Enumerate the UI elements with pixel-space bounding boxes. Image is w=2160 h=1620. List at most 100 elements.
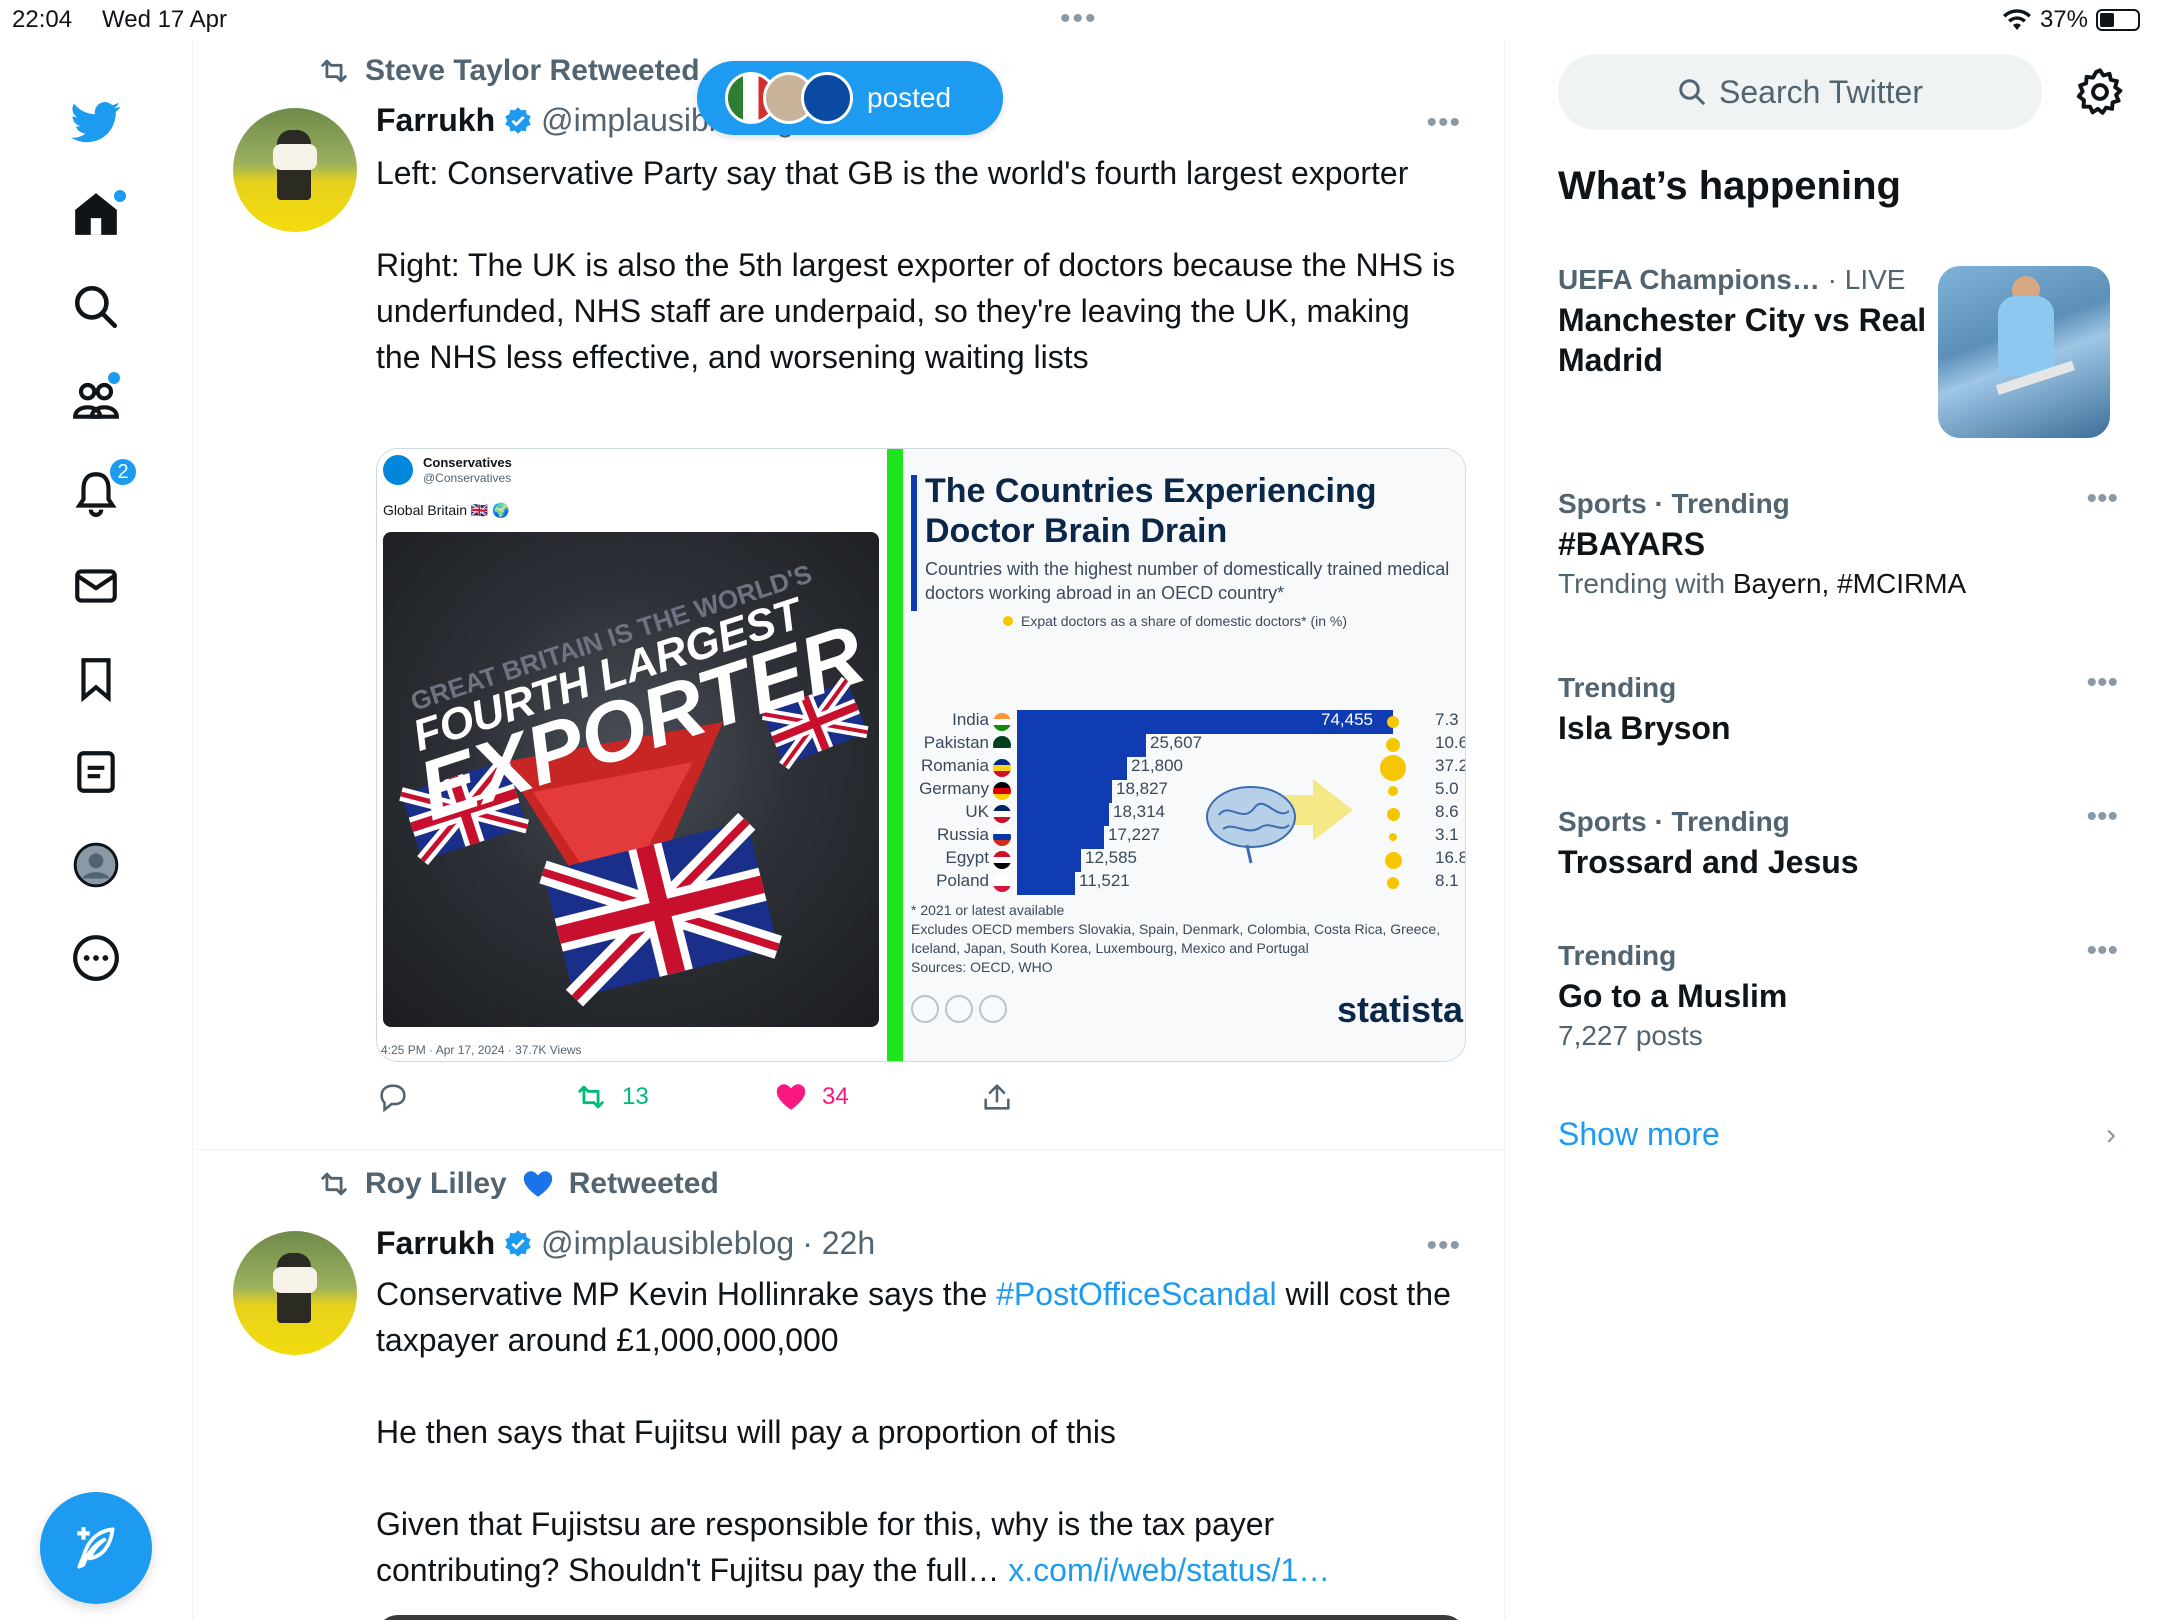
like-button[interactable]: 34 bbox=[774, 1080, 849, 1114]
pill-label: posted bbox=[867, 82, 952, 113]
conservatives-logo bbox=[383, 455, 413, 485]
retweeted-by-name[interactable]: Roy Lilley bbox=[365, 1167, 507, 1201]
show-more-link[interactable]: Show more bbox=[1558, 1116, 1720, 1153]
verified-badge-icon bbox=[505, 1229, 531, 1257]
chart-country-label: Poland bbox=[936, 871, 989, 890]
trend-meta: Trending bbox=[1558, 940, 1677, 971]
trend-extra: 7,227 posts bbox=[1558, 1020, 1703, 1051]
chart-row: Poland 11,521 8.1 bbox=[903, 868, 1465, 898]
notifications-bell-icon[interactable]: 2 bbox=[64, 457, 138, 525]
chart-value-label: 25,607 bbox=[1150, 733, 1202, 752]
share-icon bbox=[984, 1084, 1010, 1110]
country-flag-icon bbox=[993, 828, 1011, 846]
trend-more-icon[interactable]: ••• bbox=[2086, 800, 2118, 834]
new-posts-pill[interactable]: ↑ posted bbox=[697, 61, 1003, 135]
home-icon[interactable] bbox=[64, 182, 128, 246]
share-dot bbox=[1388, 786, 1398, 796]
compose-tweet-button[interactable] bbox=[40, 1492, 152, 1604]
chart-country-label: Egypt bbox=[945, 848, 989, 867]
communities-icon[interactable] bbox=[64, 368, 128, 432]
more-options-icon[interactable] bbox=[64, 926, 128, 990]
timeline[interactable]: Steve Taylor Retweeted Farrukh @implausi… bbox=[193, 40, 1505, 1620]
trend-more-icon[interactable]: ••• bbox=[2086, 934, 2118, 968]
chart-country-label: India bbox=[952, 710, 989, 729]
chart-legend: Expat doctors as a share of domestic doc… bbox=[1003, 613, 1347, 629]
trend-item[interactable]: Sports · Trending #BAYARS Trending with … bbox=[1558, 482, 2118, 600]
creative-commons-icons bbox=[911, 995, 1007, 1023]
trend-more-icon[interactable]: ••• bbox=[2086, 666, 2118, 700]
share-dot bbox=[1387, 877, 1399, 889]
trend-topic: #BAYARS bbox=[1558, 526, 1706, 562]
trend-more-icon[interactable]: ••• bbox=[2086, 482, 2118, 516]
chart-share-label: 7.3 bbox=[1435, 710, 1459, 729]
author-avatar[interactable] bbox=[233, 1231, 357, 1355]
tweet-paragraph: Right: The UK is also the 5th largest ex… bbox=[376, 247, 1456, 375]
author-handle[interactable]: @implausibleblog bbox=[541, 1225, 794, 1262]
trend-extra: Trending with Bayern, #MCIRMA bbox=[1558, 568, 1967, 599]
share-dot bbox=[1386, 807, 1400, 821]
heart-icon bbox=[776, 1084, 806, 1110]
statista-chart[interactable]: The Countries Experiencing Doctor Brain … bbox=[903, 449, 1465, 1061]
trend-meta: UEFA Champions… · LIVE bbox=[1558, 264, 1906, 295]
country-flag-icon bbox=[993, 759, 1011, 777]
tweet-author[interactable]: Farrukh @implausibleblog · 22h bbox=[376, 1225, 875, 1262]
status-time: 22:04 bbox=[12, 6, 73, 33]
right-sidebar: Search Twitter What’s happening UEFA Cha… bbox=[1506, 40, 2160, 1620]
wifi-icon bbox=[2002, 9, 2031, 31]
retweeted-by[interactable]: Steve Taylor Retweeted bbox=[365, 54, 700, 88]
tweet-paragraph: Conservative MP Kevin Hollinrake says th… bbox=[376, 1276, 1451, 1358]
search-icon[interactable] bbox=[64, 275, 128, 339]
profile-avatar-icon[interactable] bbox=[64, 833, 128, 897]
tweet-media[interactable]: Conservatives @Conservatives Global Brit… bbox=[376, 448, 1466, 1062]
trend-meta: Sports · Trending bbox=[1558, 488, 1790, 519]
legend-label: Expat doctors as a share of domestic doc… bbox=[1021, 613, 1348, 629]
retweet-action-icon bbox=[578, 1085, 604, 1109]
tweet-media-preview[interactable] bbox=[376, 1615, 1466, 1620]
status-link[interactable]: x.com/i/web/status/1… bbox=[1008, 1552, 1330, 1588]
tweet-more-icon[interactable]: ••• bbox=[1426, 106, 1461, 140]
share-button[interactable] bbox=[980, 1080, 1014, 1114]
trend-item[interactable]: UEFA Champions… · LIVE Manchester City v… bbox=[1558, 264, 1938, 380]
chart-subtitle: Countries with the highest number of dom… bbox=[925, 559, 1450, 603]
tweet[interactable]: Roy Lilley Retweeted Farrukh @implausibl… bbox=[193, 1151, 1504, 1620]
trend-meta: Sports · Trending bbox=[1558, 806, 1790, 837]
compose-feather-icon bbox=[77, 1527, 115, 1569]
tweet-time[interactable]: · 22h bbox=[802, 1225, 875, 1262]
settings-gear-icon[interactable] bbox=[2074, 66, 2126, 118]
tweet-text: Left: Conservative Party say that GB is … bbox=[376, 150, 1456, 426]
search-input[interactable]: Search Twitter bbox=[1558, 54, 2042, 130]
chart-country-label: Romania bbox=[920, 756, 989, 775]
tweet[interactable]: Steve Taylor Retweeted Farrukh @implausi… bbox=[193, 40, 1504, 1150]
chart-value-label: 11,521 bbox=[1079, 871, 1130, 890]
retweet-button[interactable]: 13 bbox=[574, 1080, 649, 1114]
embedded-screenshot[interactable]: Conservatives @Conservatives Global Brit… bbox=[377, 449, 887, 1061]
chart-country-label: Russia bbox=[937, 825, 989, 844]
retweet-context: Roy Lilley Retweeted bbox=[317, 1167, 719, 1201]
messages-icon[interactable] bbox=[64, 554, 128, 618]
embedded-org-handle: @Conservatives bbox=[423, 471, 512, 485]
author-avatar[interactable] bbox=[233, 108, 357, 232]
bookmarks-icon[interactable] bbox=[64, 647, 128, 711]
trend-item[interactable]: Trending Isla Bryson ••• bbox=[1558, 666, 2118, 748]
chart-country-label: Pakistan bbox=[923, 733, 989, 752]
tweet-more-icon[interactable]: ••• bbox=[1426, 1229, 1461, 1263]
trend-item[interactable]: Sports · Trending Trossard and Jesus ••• bbox=[1558, 800, 2118, 882]
brain-arrow-icon bbox=[1206, 779, 1353, 864]
country-flag-icon bbox=[993, 782, 1011, 800]
twitter-logo-icon[interactable] bbox=[64, 90, 128, 154]
author-name[interactable]: Farrukh bbox=[376, 102, 495, 139]
hashtag-link[interactable]: #PostOfficeScandal bbox=[996, 1276, 1276, 1312]
trend-topic: Go to a Muslim bbox=[1558, 978, 1788, 1014]
reply-button[interactable] bbox=[376, 1080, 424, 1114]
battery-percent: 37% bbox=[2039, 6, 2088, 33]
share-dot bbox=[1384, 851, 1402, 869]
trend-item[interactable]: Trending Go to a Muslim 7,227 posts ••• bbox=[1558, 934, 2118, 1052]
multitasking-dots[interactable]: ••• bbox=[1060, 2, 1098, 36]
author-name[interactable]: Farrukh bbox=[376, 1225, 495, 1262]
retweet-icon bbox=[321, 1172, 347, 1196]
lists-icon[interactable] bbox=[64, 740, 128, 804]
trend-thumbnail[interactable] bbox=[1938, 266, 2110, 438]
chart-share-label: 3.1 bbox=[1435, 825, 1459, 844]
reply-icon bbox=[380, 1084, 406, 1113]
retweet-icon bbox=[321, 59, 347, 83]
